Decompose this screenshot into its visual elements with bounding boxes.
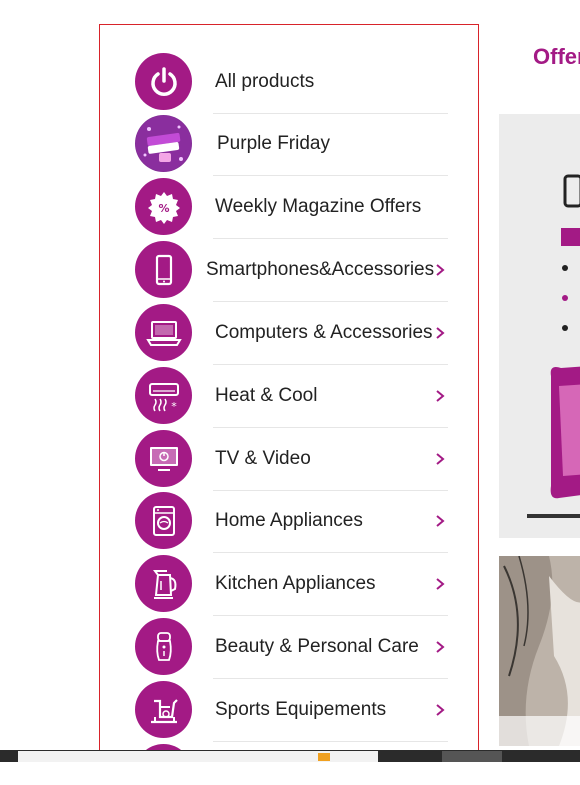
divider xyxy=(213,741,448,742)
menu-item-label: Beauty & Personal Care xyxy=(215,636,419,657)
chevron-right-icon xyxy=(436,641,445,653)
browser-taskbar xyxy=(0,750,580,763)
percent-badge-icon: % xyxy=(135,178,192,235)
divider xyxy=(213,301,448,302)
divider xyxy=(213,552,448,553)
kettle-icon xyxy=(135,555,192,612)
menu-item-home-appliances[interactable]: Home Appliances xyxy=(135,491,448,553)
chevron-right-icon xyxy=(436,578,445,590)
promo-banner-art xyxy=(499,114,580,538)
menu-item-label: Kitchen Appliances xyxy=(215,573,376,594)
divider xyxy=(213,364,448,365)
menu-item-tv-video[interactable]: TV & Video xyxy=(135,429,448,491)
menu-item-label: Home Appliances xyxy=(215,510,363,531)
category-menu: All products Purple Friday % Weekly Maga… xyxy=(99,24,479,758)
offers-heading: Offer xyxy=(533,44,580,69)
tv-icon xyxy=(135,430,192,487)
chevron-right-icon xyxy=(436,327,445,339)
menu-item-label: Weekly Magazine Offers xyxy=(215,196,422,217)
chevron-right-icon xyxy=(436,515,445,527)
chevron-right-icon xyxy=(436,704,445,716)
svg-text:*: * xyxy=(171,400,177,413)
divider xyxy=(213,427,448,428)
purple-friday-badge-icon xyxy=(135,115,192,172)
menu-item-label: Computers & Accessories xyxy=(215,322,433,343)
air-conditioner-icon: * xyxy=(135,367,192,424)
divider xyxy=(213,615,448,616)
product-banner-art xyxy=(499,556,580,746)
menu-item-label: All products xyxy=(215,71,315,92)
divider xyxy=(213,678,448,679)
menu-item-sports-equipements[interactable]: Sports Equipements xyxy=(135,680,448,742)
shaver-icon xyxy=(135,618,192,675)
menu-item-label: Purple Friday xyxy=(217,133,330,154)
washing-machine-icon xyxy=(135,492,192,549)
menu-item-label: Heat & Cool xyxy=(215,385,318,406)
divider xyxy=(213,175,448,176)
menu-item-label: Sports Equipements xyxy=(215,699,387,720)
menu-item-weekly-magazine-offers[interactable]: % Weekly Magazine Offers xyxy=(135,177,448,239)
menu-item-heat-cool[interactable]: * Heat & Cool xyxy=(135,366,448,428)
laptop-icon xyxy=(135,304,192,361)
chevron-right-icon xyxy=(436,264,445,276)
menu-item-kitchen-appliances[interactable]: Kitchen Appliances xyxy=(135,554,448,616)
svg-text:%: % xyxy=(158,202,169,215)
menu-item-all-products[interactable]: All products xyxy=(135,52,448,114)
product-banner[interactable] xyxy=(499,556,580,746)
exercise-bike-icon xyxy=(135,681,192,738)
power-icon xyxy=(135,53,192,110)
menu-item-label: TV & Video xyxy=(215,448,311,469)
menu-item-smartphones-accessories[interactable]: Smartphones&Accessories xyxy=(135,240,448,302)
bottom-strip xyxy=(0,762,580,785)
divider xyxy=(213,238,448,239)
chevron-right-icon xyxy=(436,453,445,465)
menu-item-beauty-personal-care[interactable]: Beauty & Personal Care xyxy=(135,617,448,679)
menu-item-purple-friday[interactable]: Purple Friday xyxy=(135,114,448,176)
chevron-right-icon xyxy=(436,390,445,402)
promo-banner[interactable] xyxy=(499,114,580,538)
smartphone-icon xyxy=(135,241,192,298)
menu-item-label: Smartphones&Accessories xyxy=(206,259,435,280)
menu-item-computers-accessories[interactable]: Computers & Accessories xyxy=(135,303,448,365)
